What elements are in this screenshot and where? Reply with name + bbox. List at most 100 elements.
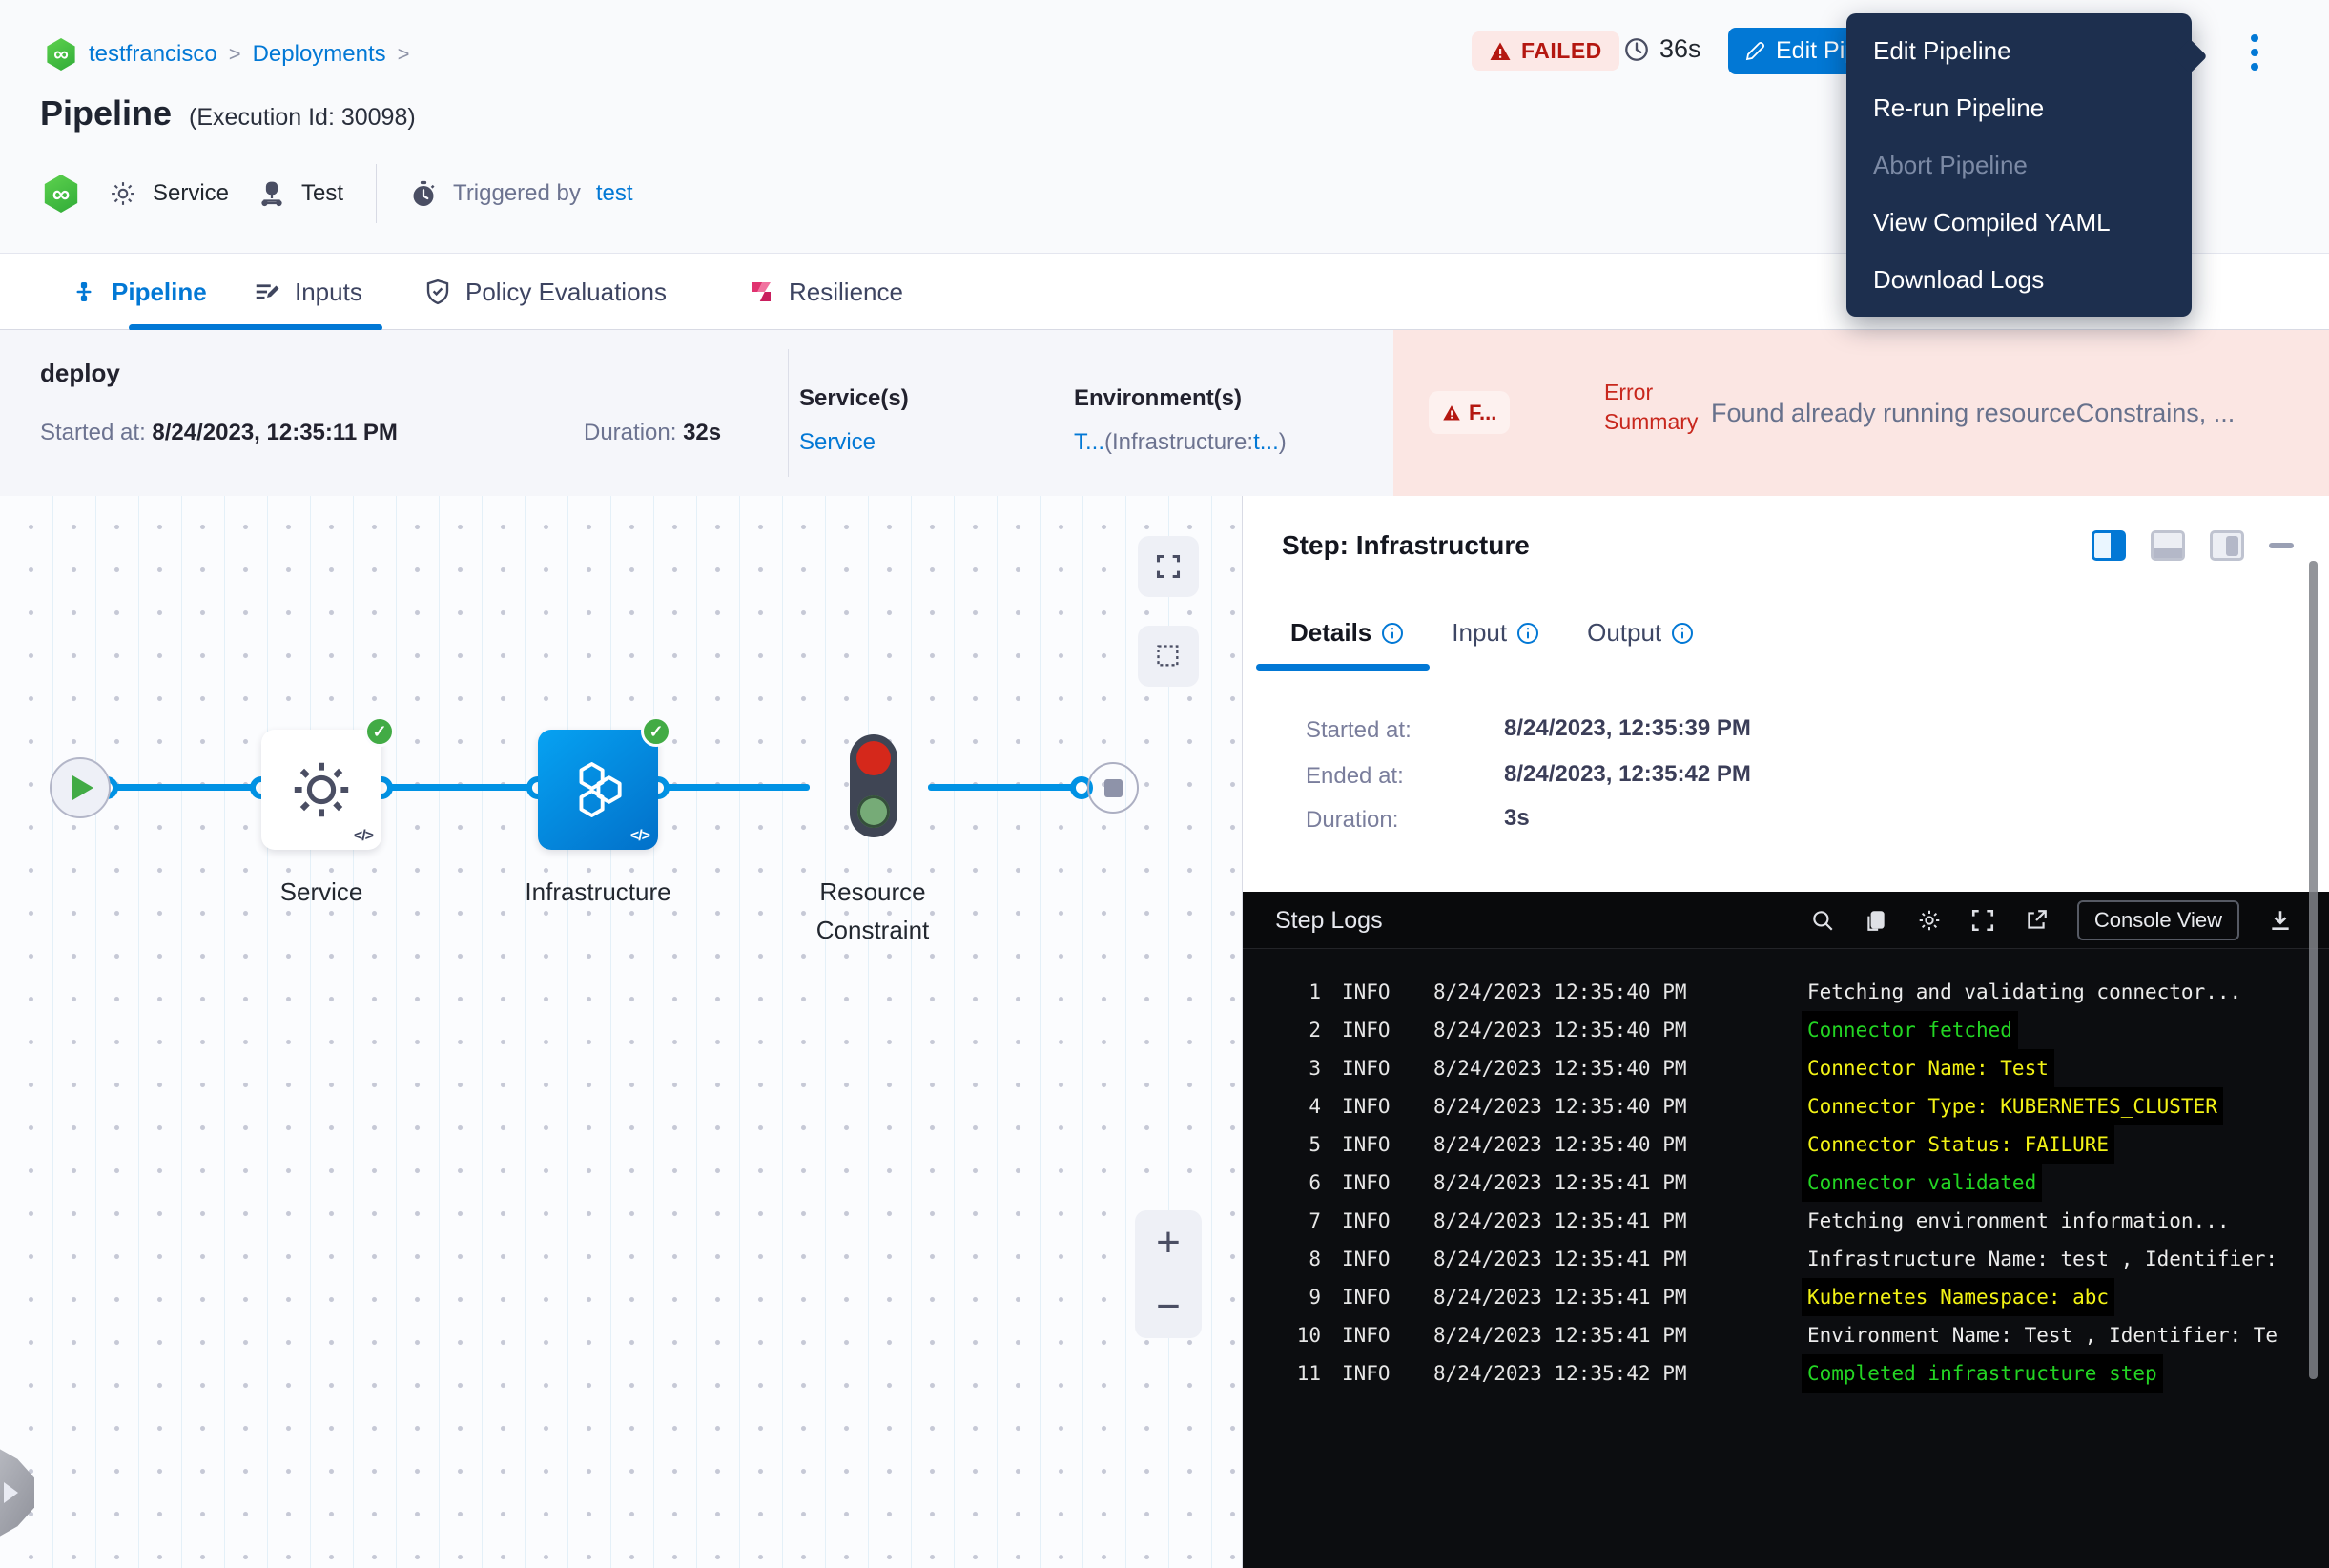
tab-details[interactable]: Details: [1290, 618, 1404, 648]
layout-right-drawer-button[interactable]: [2092, 530, 2126, 561]
total-duration-value: 36s: [1659, 34, 1701, 64]
resource-constraint-node[interactable]: [850, 734, 897, 837]
more-options-kebab-button[interactable]: [2243, 34, 2266, 71]
log-row: 10 INFO 8/24/2023 12:35:41 PM Environmen…: [1243, 1316, 2329, 1354]
log-message: Fetching and validating connector...: [1802, 973, 2247, 1011]
download-icon[interactable]: [2268, 908, 2293, 933]
infrastructure-link[interactable]: t...: [1253, 429, 1279, 455]
step-logs-title: Step Logs: [1275, 907, 1383, 935]
log-level: INFO: [1342, 1049, 1409, 1087]
error-summary-message[interactable]: Found already running resourceConstrains…: [1711, 399, 2321, 428]
minimize-panel-button[interactable]: [2269, 543, 2294, 548]
log-message: Connector Name: Test: [1802, 1049, 2054, 1087]
zoom-in-button[interactable]: +: [1135, 1210, 1202, 1274]
canvas-select-area-button[interactable]: [1138, 626, 1199, 687]
stopwatch-icon: [409, 179, 438, 208]
log-timestamp: 8/24/2023 12:35:41 PM: [1433, 1202, 1729, 1240]
log-row: 2 INFO 8/24/2023 12:35:40 PM Connector f…: [1243, 1011, 2329, 1049]
fullscreen-icon[interactable]: [1970, 908, 1995, 933]
tab-inputs-label: Inputs: [295, 278, 362, 307]
details-ended-label: Ended at:: [1306, 763, 1404, 790]
propagate-icon: [258, 179, 286, 208]
gear-icon[interactable]: [1917, 908, 1942, 933]
log-row: 5 INFO 8/24/2023 12:35:40 PM Connector S…: [1243, 1125, 2329, 1164]
menu-item-view-compiled-yaml[interactable]: View Compiled YAML: [1846, 194, 2192, 251]
log-timestamp: 8/24/2023 12:35:41 PM: [1433, 1316, 1729, 1354]
panel-scrollbar[interactable]: [2309, 561, 2318, 1379]
log-row: 9 INFO 8/24/2023 12:35:41 PM Kubernetes …: [1243, 1278, 2329, 1316]
pipeline-graph-canvas[interactable]: ✓ </> ✓ </> Service Infrastructure Resou…: [0, 496, 1243, 1568]
tab-input-label: Input: [1452, 618, 1507, 648]
traffic-green-light: [857, 795, 890, 828]
canvas-fullscreen-button[interactable]: [1138, 536, 1199, 597]
log-line-number: 8: [1243, 1240, 1321, 1278]
external-link-icon[interactable]: [2024, 908, 2049, 933]
title-row: Pipeline (Execution Id: 30098): [40, 93, 416, 134]
log-level: INFO: [1342, 1011, 1409, 1049]
chevron-right-icon: [4, 1482, 18, 1503]
stage-started-value: 8/24/2023, 12:35:11 PM: [152, 420, 398, 445]
layout-bottom-drawer-button[interactable]: [2151, 530, 2185, 561]
end-node[interactable]: [1087, 762, 1139, 814]
stage-duration: Duration: 32s: [584, 420, 721, 446]
tab-output[interactable]: Output: [1587, 618, 1694, 648]
tab-resilience[interactable]: Resilience: [747, 254, 903, 330]
stage-started: Started at: 8/24/2023, 12:35:11 PM: [40, 420, 398, 446]
info-icon: [1671, 622, 1694, 645]
infrastructure-step-node[interactable]: ✓ </>: [538, 730, 658, 850]
info-icon: [1516, 622, 1539, 645]
log-row: 4 INFO 8/24/2023 12:35:40 PM Connector T…: [1243, 1087, 2329, 1125]
environment-link[interactable]: T...: [1074, 429, 1104, 455]
step-detail-tabs: Details Input Output: [1290, 618, 1694, 648]
service-step-node[interactable]: ✓ </>: [261, 730, 381, 850]
log-line-number: 2: [1243, 1011, 1321, 1049]
zoom-out-button[interactable]: −: [1135, 1274, 1202, 1338]
environment-name[interactable]: Test: [301, 180, 343, 207]
tab-inputs[interactable]: Inputs: [253, 254, 362, 330]
start-node[interactable]: [50, 757, 111, 818]
service-link[interactable]: Service: [799, 429, 876, 455]
log-message: Completed infrastructure step: [1802, 1354, 2163, 1393]
tab-pipeline[interactable]: Pipeline: [70, 254, 207, 330]
service-name[interactable]: Service: [153, 180, 229, 207]
tab-pipeline-label: Pipeline: [112, 278, 207, 307]
console-view-button[interactable]: Console View: [2077, 900, 2239, 940]
success-check-icon: ✓: [364, 716, 395, 747]
log-level: INFO: [1342, 1087, 1409, 1125]
left-drawer-handle[interactable]: [0, 1446, 34, 1539]
log-line-number: 5: [1243, 1125, 1321, 1164]
log-line-number: 6: [1243, 1164, 1321, 1202]
log-level: INFO: [1342, 1125, 1409, 1164]
search-icon[interactable]: [1810, 908, 1835, 933]
error-summary-section: F... ErrorSummary Found already running …: [1393, 330, 2329, 496]
breadcrumb-project-link[interactable]: testfrancisco: [89, 41, 217, 68]
tab-details-label: Details: [1290, 618, 1371, 648]
tab-policy-evaluations[interactable]: Policy Evaluations: [423, 254, 667, 330]
gear-icon: [109, 179, 137, 208]
log-line-number: 9: [1243, 1278, 1321, 1316]
step-logs-console: Step Logs Console View 1 INFO 8/24/2023 …: [1243, 892, 2329, 1568]
copy-icon[interactable]: [1864, 908, 1888, 933]
tab-input[interactable]: Input: [1452, 618, 1539, 648]
status-badge-label: FAILED: [1521, 38, 1602, 64]
menu-item-download-logs[interactable]: Download Logs: [1846, 251, 2192, 308]
log-timestamp: 8/24/2023 12:35:40 PM: [1433, 973, 1729, 1011]
log-level: INFO: [1342, 1240, 1409, 1278]
details-started-value: 8/24/2023, 12:35:39 PM: [1504, 715, 1751, 742]
breadcrumb-deployments-link[interactable]: Deployments: [253, 41, 386, 68]
log-line-number: 11: [1243, 1354, 1321, 1393]
stage-name[interactable]: deploy: [40, 359, 120, 388]
menu-item-edit-pipeline[interactable]: Edit Pipeline: [1846, 22, 2192, 79]
page-title: Pipeline: [40, 93, 172, 134]
log-row: 6 INFO 8/24/2023 12:35:41 PM Connector v…: [1243, 1164, 2329, 1202]
menu-item-abort-pipeline: Abort Pipeline: [1846, 136, 2192, 194]
breadcrumb: ∞ testfrancisco > Deployments >: [45, 38, 410, 71]
triggered-by-user-link[interactable]: test: [596, 180, 633, 207]
stage-failed-badge: F...: [1429, 391, 1510, 434]
menu-item-rerun-pipeline[interactable]: Re-run Pipeline: [1846, 79, 2192, 136]
step-logs-header: Step Logs Console View: [1243, 892, 2329, 949]
play-icon: [72, 775, 93, 800]
layout-floating-drawer-button[interactable]: [2210, 530, 2244, 561]
step-logs-body[interactable]: 1 INFO 8/24/2023 12:35:40 PM Fetching an…: [1243, 950, 2329, 1568]
log-message: Fetching environment information...: [1802, 1202, 2236, 1240]
